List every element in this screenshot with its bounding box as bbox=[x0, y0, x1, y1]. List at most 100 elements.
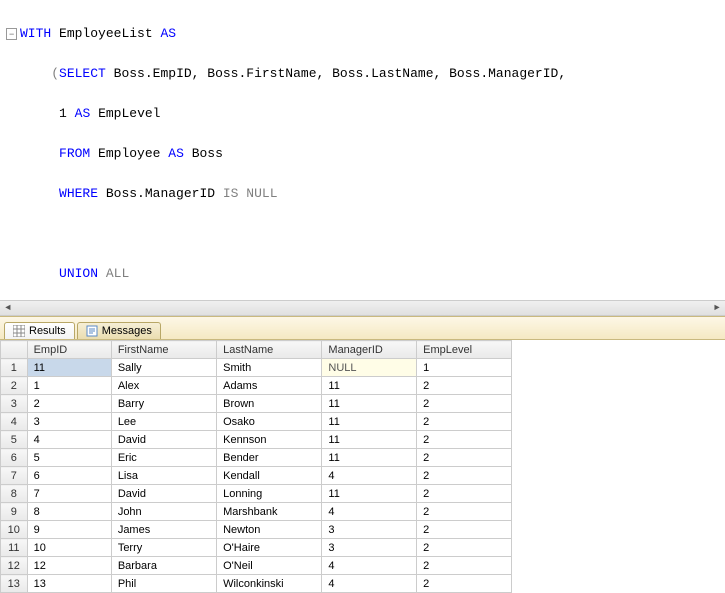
cell[interactable]: Sally bbox=[111, 359, 216, 377]
cell[interactable]: O'Haire bbox=[217, 539, 322, 557]
sql-editor[interactable]: −WITH EmployeeList AS (SELECT Boss.EmpID… bbox=[0, 0, 725, 300]
cell[interactable]: 3 bbox=[322, 521, 417, 539]
cell[interactable]: 11 bbox=[322, 413, 417, 431]
cell[interactable]: O'Neil bbox=[217, 557, 322, 575]
cell[interactable]: 11 bbox=[322, 377, 417, 395]
scroll-left-icon[interactable]: ◄ bbox=[0, 301, 16, 315]
row-number[interactable]: 8 bbox=[1, 485, 28, 503]
cell[interactable]: NULL bbox=[322, 359, 417, 377]
cell[interactable]: John bbox=[111, 503, 216, 521]
row-number[interactable]: 10 bbox=[1, 521, 28, 539]
cell[interactable]: 2 bbox=[417, 503, 512, 521]
cell[interactable]: 2 bbox=[417, 521, 512, 539]
table-row[interactable]: 111SallySmithNULL1 bbox=[1, 359, 512, 377]
cell[interactable]: 4 bbox=[322, 467, 417, 485]
cell[interactable]: 10 bbox=[27, 539, 111, 557]
cell[interactable]: 11 bbox=[322, 449, 417, 467]
cell[interactable]: Marshbank bbox=[217, 503, 322, 521]
cell[interactable]: David bbox=[111, 431, 216, 449]
cell[interactable]: 3 bbox=[322, 539, 417, 557]
cell[interactable]: Terry bbox=[111, 539, 216, 557]
cell[interactable]: Barry bbox=[111, 395, 216, 413]
cell[interactable]: Kennson bbox=[217, 431, 322, 449]
cell[interactable]: 2 bbox=[417, 395, 512, 413]
cell[interactable]: 11 bbox=[322, 431, 417, 449]
cell[interactable]: Lee bbox=[111, 413, 216, 431]
cell[interactable]: 8 bbox=[27, 503, 111, 521]
cell[interactable]: 9 bbox=[27, 521, 111, 539]
cell[interactable]: 4 bbox=[322, 557, 417, 575]
row-number[interactable]: 3 bbox=[1, 395, 28, 413]
row-number[interactable]: 5 bbox=[1, 431, 28, 449]
table-row[interactable]: 21AlexAdams112 bbox=[1, 377, 512, 395]
table-row[interactable]: 109JamesNewton32 bbox=[1, 521, 512, 539]
cell[interactable]: 2 bbox=[417, 467, 512, 485]
cell[interactable]: 3 bbox=[27, 413, 111, 431]
cell[interactable]: 2 bbox=[417, 431, 512, 449]
row-number[interactable]: 13 bbox=[1, 575, 28, 593]
corner-cell[interactable] bbox=[1, 341, 28, 359]
cell[interactable]: 12 bbox=[27, 557, 111, 575]
table-row[interactable]: 98JohnMarshbank42 bbox=[1, 503, 512, 521]
table-row[interactable]: 54DavidKennson112 bbox=[1, 431, 512, 449]
row-number[interactable]: 7 bbox=[1, 467, 28, 485]
cell[interactable]: Osako bbox=[217, 413, 322, 431]
cell[interactable]: Kendall bbox=[217, 467, 322, 485]
cell[interactable]: 6 bbox=[27, 467, 111, 485]
cell[interactable]: 5 bbox=[27, 449, 111, 467]
cell[interactable]: Eric bbox=[111, 449, 216, 467]
cell[interactable]: Alex bbox=[111, 377, 216, 395]
scroll-right-icon[interactable]: ► bbox=[709, 301, 725, 315]
fold-gutter[interactable]: − bbox=[6, 24, 20, 44]
table-row[interactable]: 1110TerryO'Haire32 bbox=[1, 539, 512, 557]
row-number[interactable]: 6 bbox=[1, 449, 28, 467]
row-number[interactable]: 9 bbox=[1, 503, 28, 521]
tab-messages[interactable]: Messages bbox=[77, 322, 161, 339]
cell[interactable]: Smith bbox=[217, 359, 322, 377]
col-header[interactable]: EmpLevel bbox=[417, 341, 512, 359]
cell[interactable]: 11 bbox=[322, 395, 417, 413]
cell[interactable]: Wilconkinski bbox=[217, 575, 322, 593]
row-number[interactable]: 12 bbox=[1, 557, 28, 575]
cell[interactable]: 4 bbox=[322, 575, 417, 593]
cell[interactable]: 2 bbox=[417, 413, 512, 431]
table-row[interactable]: 76LisaKendall42 bbox=[1, 467, 512, 485]
cell[interactable]: 2 bbox=[417, 485, 512, 503]
cell[interactable]: 2 bbox=[27, 395, 111, 413]
cell[interactable]: 7 bbox=[27, 485, 111, 503]
row-number[interactable]: 1 bbox=[1, 359, 28, 377]
row-number[interactable]: 11 bbox=[1, 539, 28, 557]
cell[interactable]: 1 bbox=[27, 377, 111, 395]
cell[interactable]: 4 bbox=[322, 503, 417, 521]
cell[interactable]: Brown bbox=[217, 395, 322, 413]
table-row[interactable]: 1212BarbaraO'Neil42 bbox=[1, 557, 512, 575]
cell[interactable]: 11 bbox=[322, 485, 417, 503]
table-row[interactable]: 43LeeOsako112 bbox=[1, 413, 512, 431]
cell[interactable]: Phil bbox=[111, 575, 216, 593]
row-number[interactable]: 2 bbox=[1, 377, 28, 395]
tab-results[interactable]: Results bbox=[4, 322, 75, 339]
row-number[interactable]: 4 bbox=[1, 413, 28, 431]
cell[interactable]: 4 bbox=[27, 431, 111, 449]
table-row[interactable]: 32BarryBrown112 bbox=[1, 395, 512, 413]
cell[interactable]: 2 bbox=[417, 539, 512, 557]
cell[interactable]: 11 bbox=[27, 359, 111, 377]
collapse-icon[interactable]: − bbox=[6, 28, 17, 40]
col-header[interactable]: ManagerID bbox=[322, 341, 417, 359]
horizontal-scrollbar[interactable]: ◄ ► bbox=[0, 300, 725, 316]
table-row[interactable]: 87DavidLonning112 bbox=[1, 485, 512, 503]
cell[interactable]: Newton bbox=[217, 521, 322, 539]
cell[interactable]: David bbox=[111, 485, 216, 503]
table-row[interactable]: 1313PhilWilconkinski42 bbox=[1, 575, 512, 593]
col-header[interactable]: FirstName bbox=[111, 341, 216, 359]
cell[interactable]: James bbox=[111, 521, 216, 539]
cell[interactable]: 13 bbox=[27, 575, 111, 593]
cell[interactable]: 2 bbox=[417, 557, 512, 575]
table-row[interactable]: 65EricBender112 bbox=[1, 449, 512, 467]
cell[interactable]: 2 bbox=[417, 575, 512, 593]
cell[interactable]: Lonning bbox=[217, 485, 322, 503]
cell[interactable]: 2 bbox=[417, 449, 512, 467]
cell[interactable]: 1 bbox=[417, 359, 512, 377]
cell[interactable]: Lisa bbox=[111, 467, 216, 485]
cell[interactable]: 2 bbox=[417, 377, 512, 395]
